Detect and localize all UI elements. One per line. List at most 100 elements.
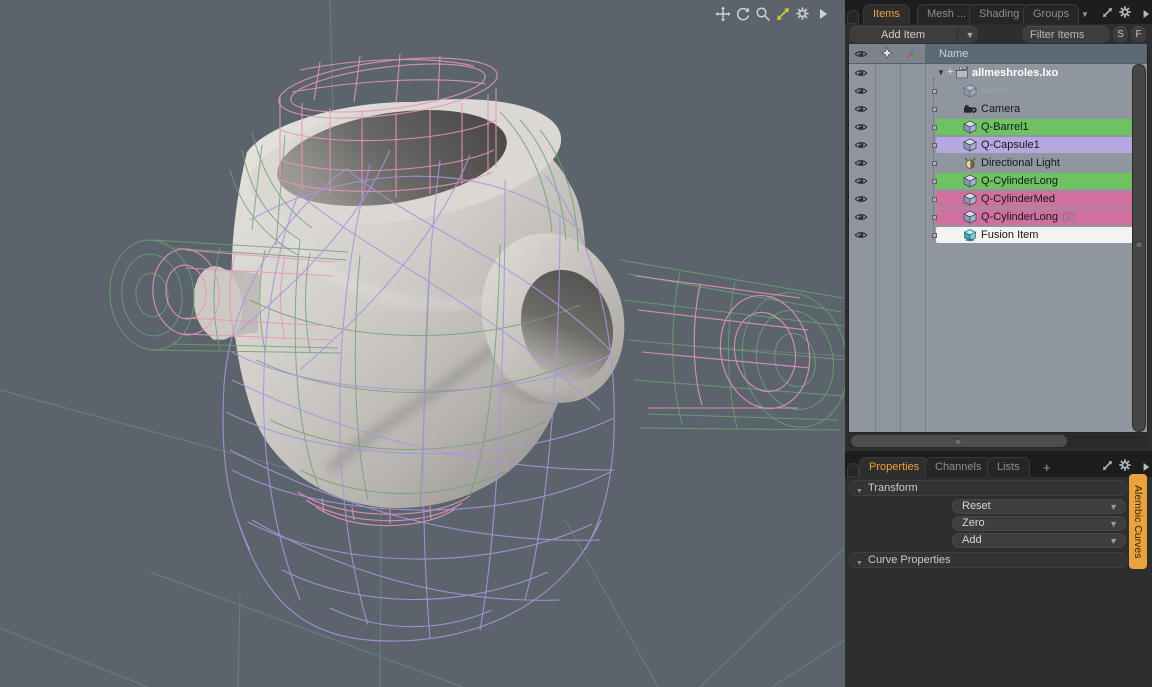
eye-icon[interactable] xyxy=(853,228,869,242)
detach-icon[interactable] xyxy=(1099,457,1115,473)
add-dropdown[interactable]: Add ▼ xyxy=(952,533,1126,548)
scrollbar-thumb[interactable] xyxy=(1133,65,1145,431)
fusion-icon xyxy=(963,228,977,242)
tab-overflow-stub[interactable] xyxy=(847,10,859,24)
table-row[interactable]: Mesh xyxy=(849,82,1147,100)
eye-icon[interactable] xyxy=(853,210,869,224)
tree-bullet xyxy=(932,197,937,202)
settings-icon[interactable] xyxy=(794,5,811,22)
expand-icon[interactable] xyxy=(814,5,831,22)
save-filter-s-button[interactable]: S xyxy=(1113,26,1128,43)
scene-icon xyxy=(955,66,969,80)
eye-icon[interactable] xyxy=(853,192,869,206)
eye-icon[interactable] xyxy=(853,174,869,188)
filter-items-input[interactable]: Filter Items xyxy=(1022,26,1110,43)
table-row[interactable]: ▼ + allmeshroles.lxo xyxy=(849,64,1147,82)
visibility-column-header[interactable] xyxy=(849,44,875,64)
collapse-triangle-icon[interactable]: ▼ xyxy=(937,66,945,80)
detach-icon[interactable] xyxy=(1099,4,1115,20)
tab-items[interactable]: Items xyxy=(863,4,910,24)
add-item-caret-icon[interactable]: ▼ xyxy=(962,30,978,40)
item-list: Name ▼ + allmeshroles.lxo xyxy=(848,44,1148,433)
pan-icon[interactable] xyxy=(714,5,731,22)
mesh-icon xyxy=(963,192,977,206)
add-item-button[interactable]: Add Item ▼ xyxy=(849,26,978,43)
tab-shading[interactable]: Shading xyxy=(969,4,1029,24)
table-row[interactable]: Q-CylinderLong(2) xyxy=(849,208,1147,226)
maximize-icon[interactable] xyxy=(774,5,791,22)
panel-expand-icon[interactable] xyxy=(1138,6,1152,22)
properties-panel: ▼ Transform Reset ▼ Zero ▼ Add ▼ ▼ Curve… xyxy=(845,477,1152,687)
tree-bullet xyxy=(932,179,937,184)
right-panel: Items Mesh ... Shading Groups ▼ Add Item xyxy=(845,0,1152,687)
gear-icon[interactable] xyxy=(1117,457,1133,473)
eye-icon xyxy=(854,47,868,61)
modo-window: Items Mesh ... Shading Groups ▼ Add Item xyxy=(0,0,1152,687)
tree-bullet xyxy=(932,161,937,166)
scrollbar-grip xyxy=(955,438,961,444)
mesh-icon xyxy=(963,174,977,188)
list-horizontal-scrollbar[interactable] xyxy=(848,434,1148,448)
eye-icon[interactable] xyxy=(853,138,869,152)
reset-dropdown[interactable]: Reset ▼ xyxy=(952,499,1126,514)
add-tab-button[interactable]: + xyxy=(1043,460,1051,475)
table-row[interactable]: Q-CylinderMed xyxy=(849,190,1147,208)
table-row[interactable]: Directional Light xyxy=(849,154,1147,172)
section-collapse-icon: ▼ xyxy=(856,485,863,499)
light-icon xyxy=(963,156,977,170)
magnify-icon[interactable] xyxy=(754,5,771,22)
table-row[interactable]: Fusion Item xyxy=(849,226,1147,244)
gear-icon[interactable] xyxy=(1117,4,1133,20)
table-row[interactable]: Camera xyxy=(849,100,1147,118)
tree-bullet xyxy=(932,143,937,148)
item-tabs-bar: Items Mesh ... Shading Groups ▼ xyxy=(845,0,1152,24)
tree-bullet xyxy=(932,125,937,130)
camera-icon xyxy=(963,102,977,116)
transform-section-header[interactable]: ▼ Transform xyxy=(849,480,1127,496)
caret-down-icon: ▼ xyxy=(1109,500,1118,514)
expand-all-icon[interactable]: + xyxy=(947,65,953,80)
tab-mesh[interactable]: Mesh ... xyxy=(917,4,976,24)
3d-viewport[interactable] xyxy=(0,0,845,687)
caret-down-icon: ▼ xyxy=(1109,517,1118,531)
tab-groups[interactable]: Groups xyxy=(1023,4,1079,24)
table-row[interactable]: Q-Barrel1 xyxy=(849,118,1147,136)
orbit-icon[interactable] xyxy=(734,5,751,22)
list-rows: ▼ + allmeshroles.lxo Mesh xyxy=(849,64,1147,432)
property-tabs-bar: Properties Channels Lists + xyxy=(845,451,1152,477)
locator-column-header[interactable] xyxy=(900,44,925,64)
eye-icon[interactable] xyxy=(853,66,869,80)
table-row[interactable]: Q-CylinderLong xyxy=(849,172,1147,190)
mesh-icon xyxy=(963,120,977,134)
list-vertical-scrollbar[interactable] xyxy=(1132,64,1146,432)
tab-list-caret-icon[interactable]: ▼ xyxy=(1077,6,1093,22)
name-column-header[interactable]: Name xyxy=(925,44,1147,64)
mesh-icon xyxy=(963,210,977,224)
list-toolbar: Add Item ▼ Filter Items S F xyxy=(845,24,1152,44)
panel-expand-icon[interactable] xyxy=(1138,459,1152,475)
eye-icon[interactable] xyxy=(853,102,869,116)
eye-icon[interactable] xyxy=(853,156,869,170)
zero-dropdown[interactable]: Zero ▼ xyxy=(952,516,1126,531)
eye-icon[interactable] xyxy=(853,120,869,134)
section-collapse-icon: ▼ xyxy=(856,557,863,571)
viewport-hud xyxy=(714,5,831,22)
tab-channels[interactable]: Channels xyxy=(925,457,991,477)
mesh-icon xyxy=(963,138,977,152)
caret-down-icon: ▼ xyxy=(1109,534,1118,548)
curve-properties-section-header[interactable]: ▼ Curve Properties xyxy=(849,552,1127,568)
alembic-curves-side-tab[interactable]: Alembic Curves xyxy=(1129,474,1147,569)
save-filter-f-button[interactable]: F xyxy=(1131,26,1146,43)
table-row[interactable]: Q-Capsule1 xyxy=(849,136,1147,154)
list-header: Name xyxy=(849,44,1147,64)
scrollbar-thumb[interactable] xyxy=(851,435,1067,447)
tab-properties[interactable]: Properties xyxy=(859,457,929,477)
render-column-header[interactable] xyxy=(875,44,900,64)
tab-lists[interactable]: Lists xyxy=(987,457,1030,477)
mesh-icon xyxy=(963,84,977,98)
tree-bullet xyxy=(932,215,937,220)
eye-icon[interactable] xyxy=(853,84,869,98)
tree-bullet xyxy=(932,89,937,94)
tab-overflow-stub[interactable] xyxy=(847,463,859,477)
scrollbar-grip xyxy=(1136,241,1142,247)
